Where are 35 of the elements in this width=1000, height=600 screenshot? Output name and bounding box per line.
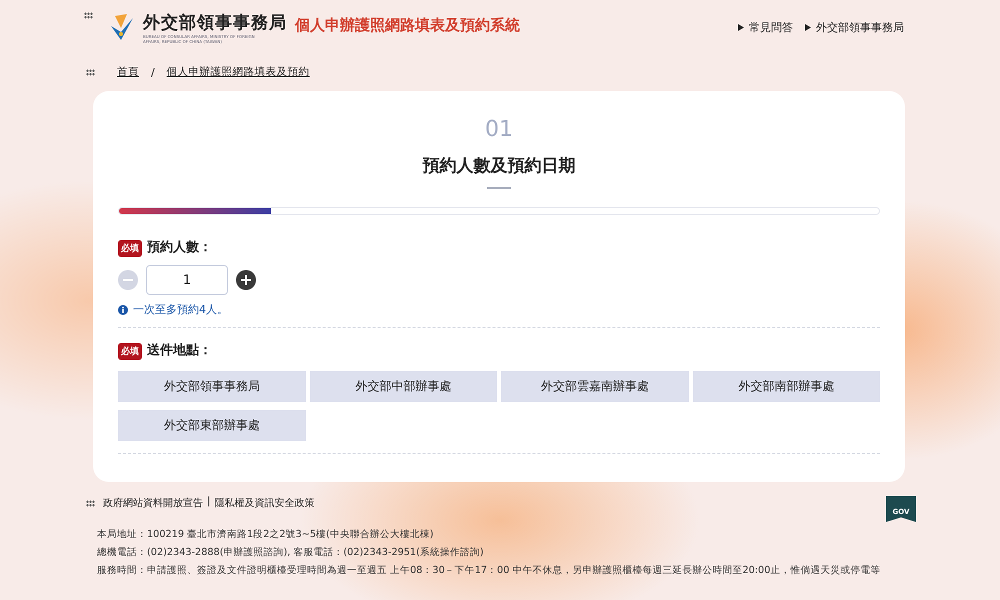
breadcrumb-link[interactable]: 首頁	[117, 65, 139, 79]
footer-info-text: 本局地址：100219 臺北市濟南路1段2之2號3~5樓(中央聯合辦公大樓北棟)	[97, 528, 435, 541]
required-badge: 必填	[118, 240, 142, 256]
field-label: 預約人數：	[147, 239, 212, 257]
location-option[interactable]: 外交部中部辦事處	[310, 371, 497, 402]
location-option[interactable]: 外交部南部辦事處	[692, 371, 880, 402]
link-separator: |	[207, 496, 210, 507]
triangle-icon	[738, 24, 744, 30]
header-link[interactable]: 常見問答	[738, 20, 793, 34]
header-link[interactable]: 外交部領事事務局	[805, 20, 904, 34]
field-label: 送件地點：	[147, 342, 212, 360]
footer-info-text: 服務時間：申請護照、簽證及文件證明櫃檯受理時間為週一至週五 上午08：30－下午17：00 中午不休息，另申辦護照櫃檯每週三延長辦公時間至20:00止，惟倘遇天災或停電等	[97, 564, 882, 577]
plus-icon	[241, 275, 251, 285]
people-count-input[interactable]: 1	[146, 265, 228, 295]
plus-button[interactable]	[236, 270, 256, 290]
minus-icon	[123, 279, 133, 281]
location-option[interactable]: 外交部東部辦事處	[118, 410, 306, 441]
system-title: 個人申辦護照網路填表及預約系統	[295, 16, 520, 34]
info-icon	[118, 305, 128, 315]
location-option[interactable]: 外交部雲嘉南辦事處	[501, 371, 688, 402]
footer-link[interactable]: 政府網站資料開放宣告	[103, 496, 203, 510]
required-badge: 必填	[118, 342, 142, 360]
grid-dots-icon	[86, 500, 95, 507]
footer-info-text: 總機電話：(02)2343-2888(申辦護照諮詢), 客服電話：(02)2343-2951(系統操作諮詢)	[97, 546, 485, 559]
step-number: 01	[485, 117, 513, 143]
hint-text: 一次至多預約4人。	[133, 303, 228, 317]
footer-link[interactable]: 隱私權及資訊安全政策	[214, 496, 314, 510]
triangle-icon	[805, 24, 811, 30]
step-title: 預約人數及預約日期	[422, 155, 576, 177]
logo-title: 外交部領事事務局	[143, 12, 287, 34]
location-option[interactable]: 外交部領事事務局	[118, 371, 306, 402]
grid-dots-icon	[86, 68, 95, 76]
breadcrumb-link[interactable]: 個人申辦護照網路填表及預約	[166, 65, 310, 79]
breadcrumb-separator: /	[151, 66, 155, 78]
grid-dots-icon	[84, 12, 93, 19]
